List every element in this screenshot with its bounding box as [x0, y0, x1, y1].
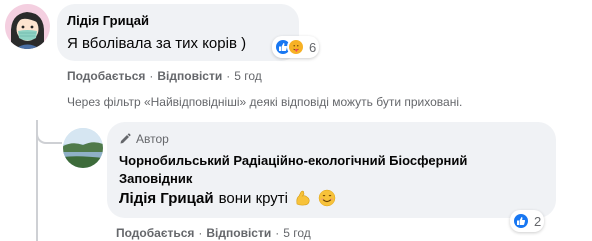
reaction-count: 6: [309, 39, 317, 55]
reply-author[interactable]: Чорнобильський Радіаційно-екологічний Бі…: [119, 152, 539, 188]
reply-button[interactable]: Відповісти: [157, 69, 222, 83]
comment-actions: Подобається · Відповісти · 5 год: [67, 69, 262, 83]
reply-bubble: Автор Чорнобильський Радіаційно-екологіч…: [107, 122, 556, 218]
like-button[interactable]: Подобається: [67, 69, 145, 83]
reply-reactions[interactable]: 2: [510, 210, 545, 232]
reply-actions: Подобається · Відповісти · 5 год: [116, 226, 311, 240]
separator-dot: ·: [149, 69, 154, 83]
comment-bubble: Лідія Грицай Я вболівала за тих корів ): [57, 4, 299, 61]
thread-connector: [36, 128, 62, 144]
like-button[interactable]: Подобається: [116, 226, 194, 240]
mention-link[interactable]: Лідія Грицай: [119, 190, 214, 207]
like-reaction-icon: [512, 212, 530, 230]
smiling-face-icon: [318, 189, 336, 207]
comment-reactions[interactable]: 6: [272, 36, 320, 58]
filter-notice: Через фільтр «Найвідповідніші» деякі від…: [67, 95, 463, 109]
reply-button[interactable]: Відповісти: [206, 226, 271, 240]
comment-author[interactable]: Лідія Грицай: [67, 13, 149, 28]
author-avatar[interactable]: [63, 128, 103, 168]
commenter-avatar[interactable]: [5, 4, 50, 49]
pen-icon: [120, 133, 131, 144]
reaction-count: 2: [534, 213, 542, 229]
author-badge-label: Автор: [136, 132, 169, 146]
author-badge: Автор: [119, 132, 169, 146]
comment-timestamp[interactable]: 5 год: [234, 69, 262, 83]
reply-timestamp[interactable]: 5 год: [283, 226, 311, 240]
comment-text: Я вболівала за тих корів ): [67, 35, 247, 52]
reply-text: вони круті: [218, 189, 289, 207]
flexed-biceps-icon: [294, 189, 312, 207]
separator-dot: ·: [198, 226, 203, 240]
separator-dot: ·: [226, 69, 231, 83]
separator-dot: ·: [275, 226, 280, 240]
care-reaction-icon: [287, 38, 305, 56]
reply-text-row: Лідія Грицай вони круті: [119, 189, 336, 207]
